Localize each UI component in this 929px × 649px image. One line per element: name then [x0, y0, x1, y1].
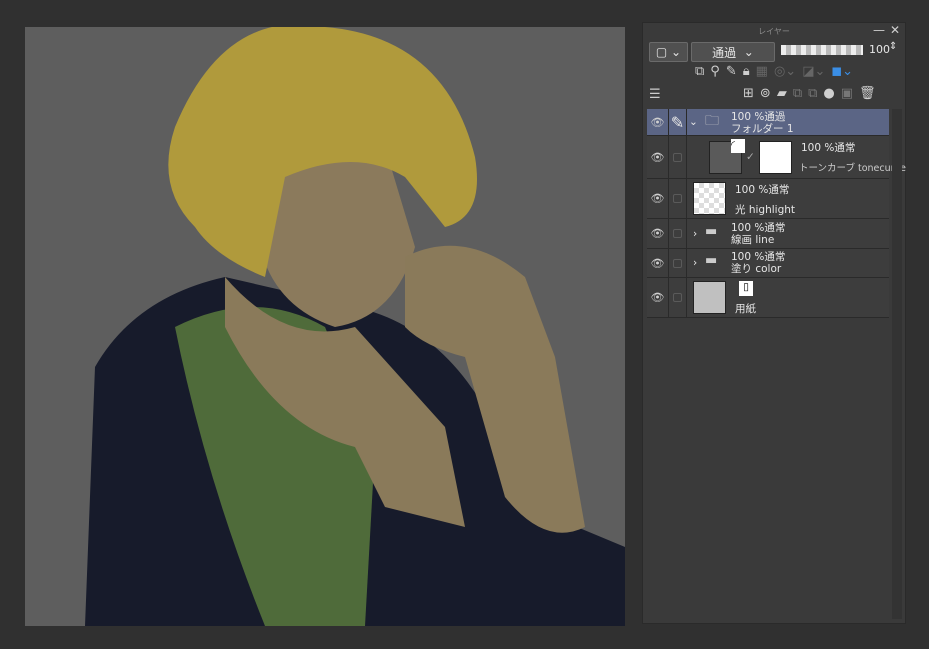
- chevron-down-icon[interactable]: ⌄: [689, 116, 698, 128]
- chevron-right-icon[interactable]: ›: [693, 228, 697, 240]
- opacity-stepper[interactable]: ⇕: [889, 41, 897, 52]
- new-folder-icon[interactable]: ▰: [777, 86, 787, 101]
- blend-mode-select[interactable]: 通過 ⌄: [691, 42, 775, 62]
- visibility-checkbox[interactable]: [669, 219, 687, 248]
- lock-transparency-icon[interactable]: ▦: [756, 64, 768, 79]
- blend-mode-value: 通過: [712, 45, 737, 60]
- layer-name: トーンカーブ tonecurve: [799, 163, 906, 174]
- eye-icon[interactable]: 👁︎: [647, 249, 669, 277]
- paper-icon: ▯: [739, 281, 753, 296]
- delete-icon[interactable]: 🗑︎: [859, 86, 876, 101]
- new-raster-layer-icon[interactable]: ⊞: [743, 86, 754, 101]
- layer-mode: 100 %通常: [801, 142, 856, 154]
- layer-color-select[interactable]: ▢ ⌄: [649, 42, 688, 62]
- panel-title: レイヤー: [758, 27, 790, 36]
- layer-thumbnail: [693, 281, 726, 314]
- layer-name: 光 highlight: [735, 204, 796, 216]
- visibility-checkbox[interactable]: [669, 249, 687, 277]
- eye-icon[interactable]: 👁︎: [647, 179, 669, 218]
- layer-name: フォルダー 1: [731, 123, 794, 135]
- visibility-checkbox[interactable]: [669, 278, 687, 317]
- visibility-checkbox[interactable]: [669, 179, 687, 218]
- folder-icon: ▬: [705, 253, 718, 268]
- layer-scrollbar[interactable]: [892, 109, 902, 619]
- layer-name: 用紙: [735, 303, 756, 315]
- merge-down-icon[interactable]: ⧉: [808, 86, 817, 101]
- layer-row-highlight[interactable]: 👁︎ 100 %通常 光 highlight: [647, 179, 889, 219]
- layer-mode: 100 %通常: [731, 251, 786, 263]
- color-icon[interactable]: ◼⌄: [831, 64, 853, 79]
- chevron-right-icon[interactable]: ›: [693, 257, 697, 269]
- layer-row-folder1[interactable]: 👁︎ ✎ ⌄ 🗀 100 %通過 フォルダー 1: [647, 109, 889, 136]
- mask-thumbnail: [759, 141, 792, 174]
- artwork-illustration: [85, 27, 625, 626]
- reference-layer-icon[interactable]: ⚲: [710, 64, 720, 79]
- layer-mode: 100 %通過: [731, 111, 786, 123]
- layer-row-paper[interactable]: 👁︎ ▯ 用紙: [647, 278, 889, 318]
- opacity-value[interactable]: 100: [869, 43, 890, 56]
- layer-name: 塗り color: [731, 263, 782, 275]
- pencil-icon[interactable]: ✎: [669, 109, 687, 135]
- layer-panel: レイヤー — ✕ ▢ ⌄ 通過 ⌄ 100 ⇕ ⧉ ⚲ ✎ 🔒︎ ▦ ◎⌄ ◪⌄…: [642, 22, 906, 624]
- drawing-canvas[interactable]: [25, 27, 625, 626]
- copy-layer-icon[interactable]: ⧉: [695, 64, 704, 79]
- layer-name: 線画 line: [731, 234, 775, 246]
- mask-icon[interactable]: ◎⌄: [774, 64, 796, 79]
- layer-property-icon[interactable]: ☰: [649, 87, 661, 102]
- layer-thumbnail: [693, 182, 726, 215]
- mask-create-icon[interactable]: ●: [823, 86, 834, 101]
- eye-icon[interactable]: 👁︎: [647, 136, 669, 178]
- visibility-checkbox[interactable]: [669, 136, 687, 178]
- layer-row-tonecurve[interactable]: 👁︎ ◜ ✓ 100 %通常 トーンカーブ tonecurve: [647, 136, 906, 179]
- layer-list: 👁︎ ✎ ⌄ 🗀 100 %通過 フォルダー 1 👁︎ ◜ ✓ 100 %通常 …: [647, 109, 906, 318]
- transfer-down-icon[interactable]: ⧉: [793, 86, 802, 101]
- draft-layer-icon[interactable]: ✎: [726, 64, 737, 79]
- layer-mode: 100 %通常: [731, 222, 786, 234]
- layer-row-line[interactable]: 👁︎ › ▬ 100 %通常 線画 line: [647, 219, 889, 249]
- clip-icon[interactable]: ◪⌄: [802, 64, 825, 79]
- minimize-icon[interactable]: —: [873, 23, 885, 37]
- lock-icon[interactable]: 🔒︎: [743, 64, 750, 79]
- new-vector-layer-icon[interactable]: ⊚: [760, 86, 771, 101]
- layer-mode: 100 %通常: [735, 184, 790, 196]
- close-icon[interactable]: ✕: [890, 23, 900, 37]
- folder-icon: ▬: [705, 224, 718, 239]
- layer-row-color[interactable]: 👁︎ › ▬ 100 %通常 塗り color: [647, 249, 889, 278]
- check-icon: ✓: [746, 151, 755, 163]
- apply-mask-icon[interactable]: ▣: [841, 86, 853, 101]
- opacity-slider[interactable]: [781, 45, 863, 55]
- eye-icon[interactable]: 👁︎: [647, 109, 669, 135]
- eye-icon[interactable]: 👁︎: [647, 219, 669, 248]
- folder-icon: 🗀: [705, 113, 719, 129]
- tone-curve-icon: ◜: [731, 139, 745, 153]
- eye-icon[interactable]: 👁︎: [647, 278, 669, 317]
